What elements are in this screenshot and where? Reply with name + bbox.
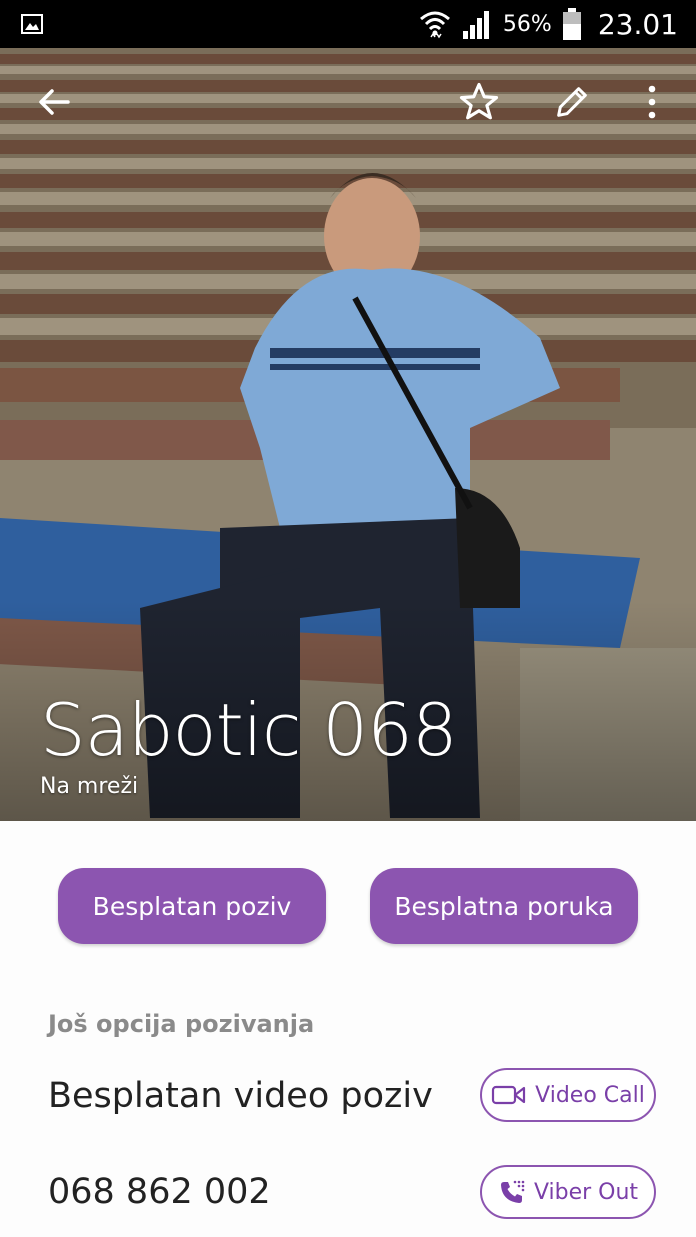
toolbar (0, 48, 696, 158)
video-call-row-label: Besplatan video poziv (48, 1076, 433, 1116)
favorite-button[interactable] (455, 78, 503, 126)
contact-status: Na mreži (40, 774, 139, 799)
free-message-button[interactable]: Besplatna poruka (370, 868, 638, 944)
video-call-label: Video Call (535, 1082, 645, 1108)
free-call-button[interactable]: Besplatan poziv (58, 868, 326, 944)
signal-icon (462, 11, 489, 39)
clock: 23.01 (597, 7, 678, 41)
status-bar: 56% 23.01 (0, 0, 696, 48)
more-vert-icon (648, 85, 656, 119)
contact-name: Sabotic 068 (40, 688, 458, 772)
wifi-icon (419, 11, 450, 39)
back-button[interactable] (30, 78, 78, 126)
gallery-icon (21, 14, 43, 34)
star-icon (459, 82, 499, 120)
more-options-title: Još opcija pozivanja (48, 1010, 315, 1038)
video-camera-icon (492, 1085, 526, 1105)
battery-icon (562, 8, 581, 40)
viber-out-phone-icon (500, 1180, 525, 1203)
edit-button[interactable] (548, 78, 596, 126)
viber-out-button[interactable]: Viber Out (480, 1165, 656, 1219)
battery-percent: 56% (502, 11, 552, 37)
back-arrow-icon (39, 89, 70, 115)
contact-photo: Sabotic 068 Na mreži (0, 48, 696, 821)
phone-number: 068 862 002 (48, 1172, 271, 1212)
pencil-icon (557, 87, 587, 117)
video-call-button[interactable]: Video Call (480, 1068, 656, 1122)
viber-out-label: Viber Out (533, 1179, 639, 1205)
more-options-button[interactable] (628, 78, 676, 126)
